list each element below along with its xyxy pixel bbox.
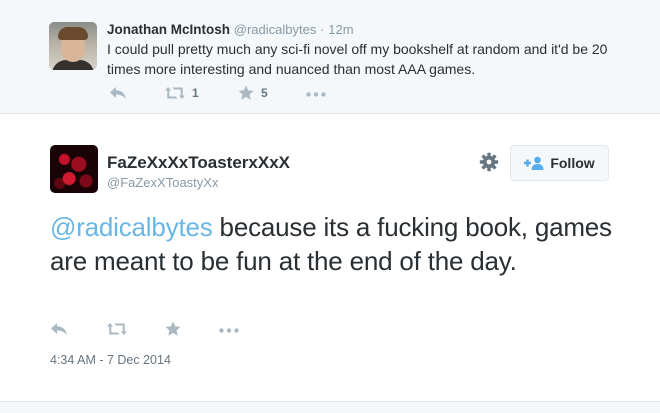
parent-favorite-button[interactable]: 5 bbox=[238, 85, 268, 101]
main-reply-button[interactable] bbox=[50, 322, 68, 336]
follow-button[interactable]: Follow bbox=[510, 145, 609, 181]
parent-tweet-header: Jonathan McIntosh @radicalbytes · 12m bbox=[107, 22, 354, 37]
favorite-icon bbox=[238, 85, 254, 100]
main-favorite-button[interactable] bbox=[165, 321, 181, 337]
gear-icon bbox=[479, 152, 499, 172]
tweet-timestamp[interactable]: 4:34 AM - 7 Dec 2014 bbox=[50, 353, 171, 367]
parent-retweet-count: 1 bbox=[192, 86, 199, 100]
main-tweet-text: @radicalbytes because its a fucking book… bbox=[50, 210, 620, 278]
retweet-icon bbox=[107, 323, 127, 335]
parent-author-name[interactable]: Jonathan McIntosh bbox=[107, 22, 230, 37]
favorite-icon bbox=[165, 321, 181, 336]
reply-icon bbox=[51, 323, 67, 335]
reply-icon bbox=[110, 87, 126, 99]
user-actions-gear-button[interactable] bbox=[479, 152, 499, 172]
parent-tweet: Jonathan McIntosh @radicalbytes · 12m I … bbox=[0, 0, 660, 113]
parent-reply-button[interactable] bbox=[109, 86, 127, 100]
parent-retweet-button[interactable]: 1 bbox=[165, 86, 199, 100]
retweet-icon bbox=[165, 87, 185, 99]
parent-tweet-time[interactable]: 12m bbox=[328, 22, 353, 37]
header-separator: · bbox=[320, 22, 325, 37]
parent-more-button[interactable] bbox=[306, 92, 326, 97]
main-author-avatar[interactable] bbox=[50, 145, 98, 193]
parent-favorite-count: 5 bbox=[261, 86, 268, 100]
main-author-name[interactable]: FaZeXxXxToasterxXxX bbox=[107, 153, 290, 173]
parent-tweet-text: I could pull pretty much any sci-fi nove… bbox=[107, 41, 608, 77]
follow-button-label: Follow bbox=[550, 155, 595, 171]
main-author-handle[interactable]: @FaZexXToastyXx bbox=[107, 175, 218, 190]
bottom-divider-strip bbox=[0, 402, 660, 413]
mention-link[interactable]: @radicalbytes bbox=[50, 212, 213, 242]
parent-author-handle[interactable]: @radicalbytes bbox=[234, 22, 317, 37]
main-more-button[interactable] bbox=[219, 328, 239, 333]
follow-person-icon bbox=[524, 156, 544, 170]
parent-author-avatar[interactable] bbox=[49, 22, 97, 70]
main-tweet: FaZeXxXxToasterxXxX @FaZexXToastyXx Foll… bbox=[0, 113, 660, 402]
main-retweet-button[interactable] bbox=[107, 322, 127, 336]
more-icon bbox=[306, 92, 326, 97]
more-icon bbox=[219, 328, 239, 333]
